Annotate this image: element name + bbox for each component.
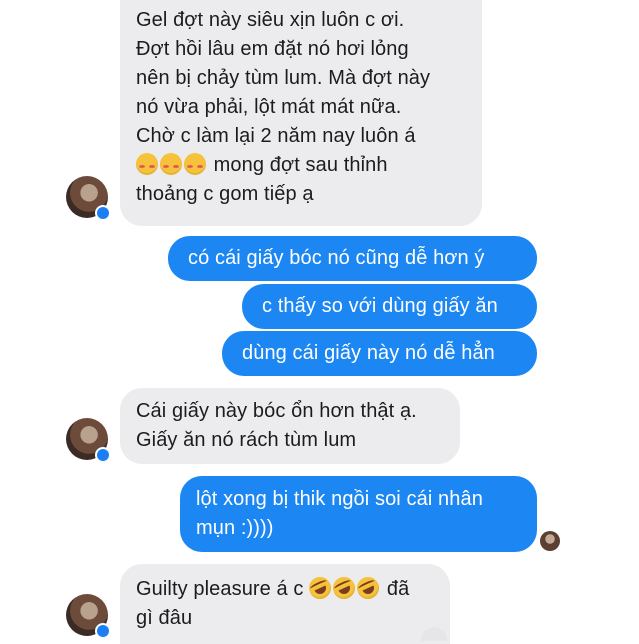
message-line-with-emoji: mong đợt sau thỉnh	[136, 151, 466, 180]
message-line: lột xong bị thik ngồi soi cái nhân	[196, 488, 483, 510]
outgoing-message-2[interactable]: c thấy so với dùng giấy ăn	[242, 284, 537, 329]
outgoing-message-3[interactable]: dùng cái giấy này nó dễ hẳn	[222, 331, 537, 376]
message-text: dùng cái giấy này nó dễ hẳn	[242, 342, 495, 364]
message-text: c thấy so với dùng giấy ăn	[262, 295, 498, 317]
rolling-on-the-floor-laughing-icon	[329, 573, 359, 603]
message-line: thoảng c gom tiếp ạ	[136, 183, 314, 205]
contact-avatar[interactable]	[66, 418, 111, 463]
smiling-face-with-hearts-icon	[184, 153, 206, 175]
seen-avatar	[540, 531, 560, 551]
message-line: Cái giấy này bóc ổn hơn thật ạ.	[136, 400, 417, 422]
messenger-icon	[95, 623, 111, 639]
message-line: Giấy ăn nó rách tùm lum	[136, 429, 357, 451]
outgoing-message-4[interactable]: lột xong bị thik ngồi soi cái nhân mụn :…	[180, 476, 537, 552]
outgoing-message-1[interactable]: có cái giấy bóc nó cũng dễ hơn ý	[168, 236, 537, 281]
message-line: Đợt hồi lâu em đặt nó hơi lỏng	[136, 38, 409, 60]
message-text: mong đợt sau thỉnh	[213, 154, 388, 176]
message-line: Chờ c làm lại 2 năm nay luôn á	[136, 125, 416, 147]
message-line: gì đâu	[136, 607, 193, 629]
message-line-with-emoji: Guilty pleasure á c đã	[136, 573, 434, 604]
message-line: mụn :))))	[196, 517, 274, 539]
message-line: nên bị chảy tùm lum. Mà đợt này	[136, 67, 431, 89]
incoming-message-1[interactable]: Gel đợt này siêu xịn luôn c ơi. Đợt hồi …	[120, 0, 482, 226]
messenger-icon	[95, 205, 111, 221]
message-text: có cái giấy bóc nó cũng dễ hơn ý	[188, 247, 485, 269]
incoming-message-3[interactable]: Guilty pleasure á c đã gì đâu	[120, 564, 450, 644]
incoming-message-2[interactable]: Cái giấy này bóc ổn hơn thật ạ. Giấy ăn …	[120, 388, 460, 464]
smiling-face-with-hearts-icon	[136, 153, 158, 175]
message-line: nó vừa phải, lột mát mát nữa.	[136, 96, 402, 118]
smiling-face-with-hearts-icon	[160, 153, 182, 175]
message-text: đã	[386, 578, 410, 600]
contact-avatar[interactable]	[66, 594, 111, 639]
rolling-on-the-floor-laughing-icon	[305, 573, 335, 603]
rolling-on-the-floor-laughing-icon	[353, 573, 383, 603]
contact-avatar[interactable]	[66, 176, 111, 221]
message-line: Gel đợt này siêu xịn luôn c ơi.	[136, 9, 405, 31]
messenger-icon	[95, 447, 111, 463]
message-text: Guilty pleasure á c	[136, 578, 304, 600]
